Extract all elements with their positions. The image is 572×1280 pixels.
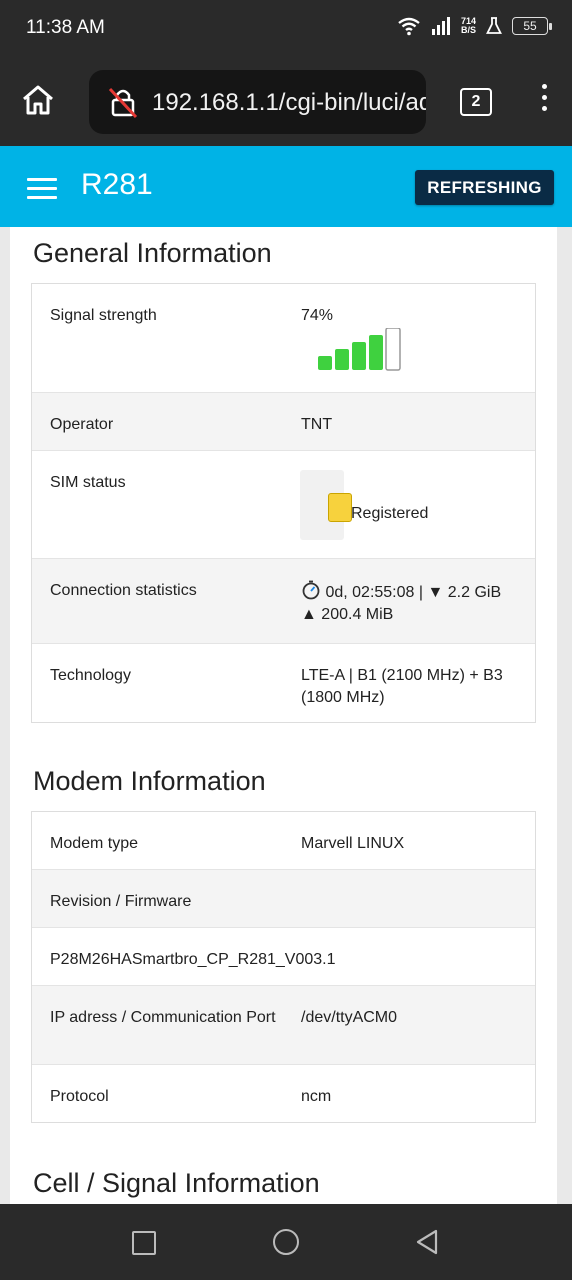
row-label: SIM status [50,474,126,491]
home-button[interactable] [273,1229,299,1255]
app-header: R281 REFRESHING [0,146,572,227]
system-nav-bar [0,1204,572,1280]
protocol-value: ncm [301,1088,332,1105]
modem-info-table: Modem type Marvell LINUX Revision / Firm… [31,811,536,1123]
row-label: Operator [50,416,114,433]
row-label: Signal strength [50,307,157,324]
recent-apps-button[interactable] [132,1231,156,1255]
refresh-button[interactable]: REFRESHING [415,170,554,205]
table-row: Revision / Firmware [32,869,535,927]
page-title: R281 [81,168,153,201]
signal-strength-value: 74% [301,307,334,324]
table-row: P28M26HASmartbro_CP_R281_V003.1 [32,927,535,985]
row-label: Revision / Firmware [50,893,192,910]
status-time: 11:38 AM [26,17,105,38]
row-label: Technology [50,667,131,684]
status-bar: 11:38 AM 714 B/S 55 [0,0,572,60]
upload-value: 200.4 MiB [321,606,394,623]
general-info-table: Signal strength 74% Operator TNT SIM sta… [31,283,536,723]
table-row: SIM status Registered [32,450,535,558]
main-content: General Information Signal strength 74% … [10,227,557,1204]
wifi-icon [398,17,420,36]
battery-indicator: 55 [512,17,552,35]
comm-port-value: /dev/ttyACM0 [301,1009,398,1026]
table-row: Signal strength 74% [32,284,535,392]
connection-stats-value: 0d, 02:55:08 | ▼ 2.2 GiB ▲ 200.4 MiB [301,580,521,626]
home-icon[interactable] [20,82,56,118]
row-label: Protocol [50,1088,109,1105]
back-icon[interactable] [414,1228,440,1256]
net-speed-unit: B/S [460,25,476,35]
row-label: Connection statistics [50,582,197,599]
net-speed: 714 B/S [461,17,476,35]
row-label: IP adress / Communication Port [50,1009,276,1026]
up-triangle-icon: ▲ [301,606,317,623]
table-row: Protocol ncm [32,1064,535,1122]
table-row: Operator TNT [32,392,535,450]
signal-bar-filled [369,335,383,370]
sim-chip [328,493,352,522]
signal-bar-filled [335,349,349,370]
status-icons: 714 B/S 55 [397,16,552,36]
more-vert-icon[interactable] [537,84,551,120]
stopwatch-icon [302,580,320,600]
url-text: 192.168.1.1/cgi-bin/luci/admin/status/ov… [152,89,426,116]
table-row: Connection statistics 0d, 02:55:08 | ▼ 2… [32,558,535,643]
operator-value: TNT [301,416,333,433]
flask-icon [486,17,502,34]
table-row: Modem type Marvell LINUX [32,812,535,869]
modem-type-value: Marvell LINUX [301,835,405,852]
cell-signal-icon [431,17,450,35]
sim-card-icon [300,470,352,540]
cell-info-title: Cell / Signal Information [33,1168,320,1198]
firmware-value: P28M26HASmartbro_CP_R281_V003.1 [50,951,336,968]
insecure-lock-icon[interactable] [107,86,139,118]
sim-status-value: Registered [351,505,429,522]
browser-toolbar: 192.168.1.1/cgi-bin/luci/admin/status/ov… [0,60,572,146]
signal-bar-filled [352,342,366,370]
table-row: Technology LTE-A | B1 (2100 MHz) + B3 (1… [32,643,535,722]
modem-info-title: Modem Information [33,766,266,796]
down-triangle-icon: ▼ [427,584,444,601]
tab-switcher-button[interactable]: 2 [460,88,492,116]
row-label: Modem type [50,835,139,852]
technology-value: LTE-A | B1 (2100 MHz) + B3 (1800 MHz) [301,667,503,706]
signal-bar-filled [318,356,332,370]
general-info-title: General Information [33,238,272,268]
table-row: IP adress / Communication Port /dev/ttyA… [32,985,535,1064]
url-bar[interactable]: 192.168.1.1/cgi-bin/luci/admin/status/ov… [89,70,426,134]
signal-bars-icon [318,328,401,371]
download-value: 2.2 GiB [447,584,502,601]
uptime-value: 0d, 02:55:08 [325,584,415,601]
hamburger-menu-icon[interactable] [27,178,57,200]
signal-bar-empty [385,328,401,371]
